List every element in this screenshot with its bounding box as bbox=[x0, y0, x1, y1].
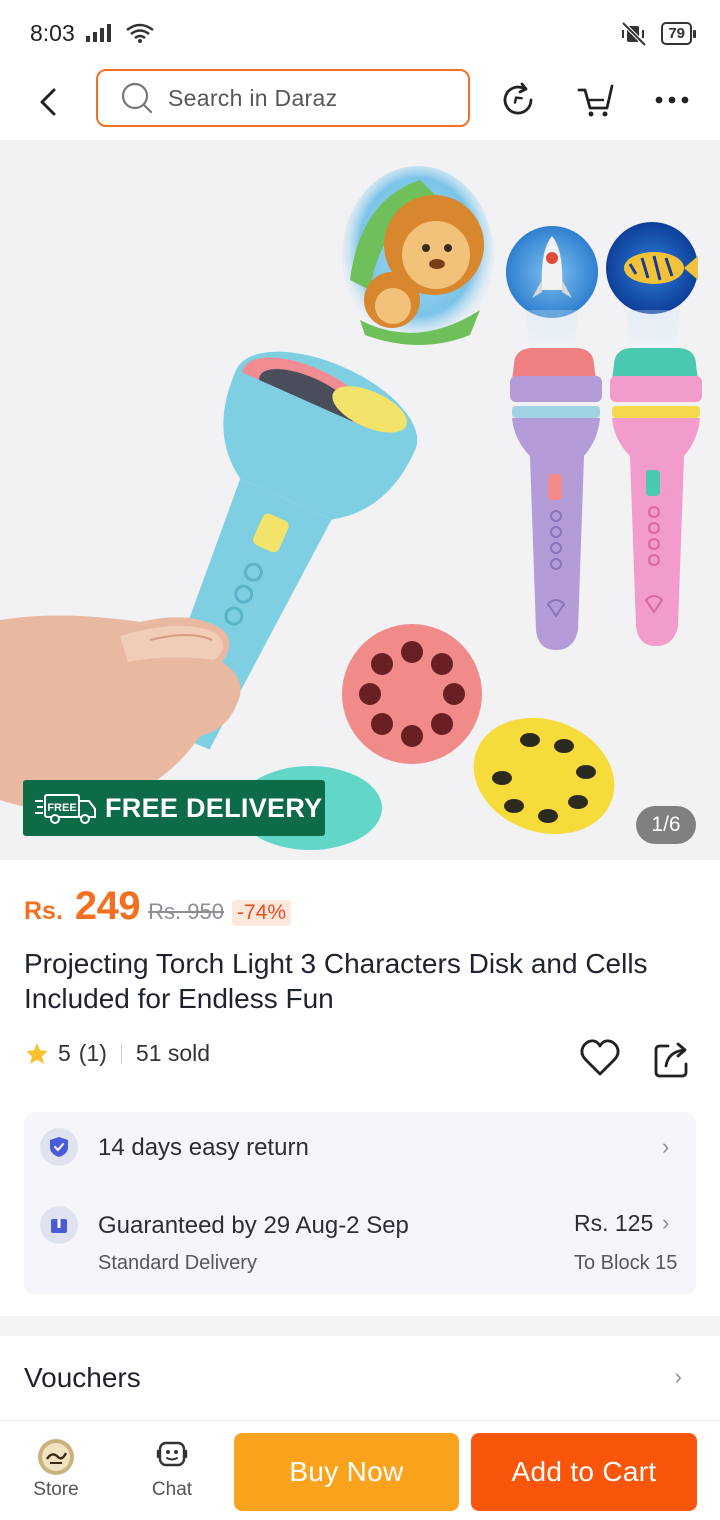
chat-icon bbox=[156, 1441, 188, 1467]
vouchers-title: Vouchers bbox=[24, 1362, 141, 1393]
top-nav: Search in Daraz bbox=[0, 66, 720, 140]
delivery-location: To Block 15 bbox=[574, 1252, 678, 1274]
guarantee-text: Guaranteed by 29 Aug-2 Sep bbox=[98, 1212, 409, 1239]
shield-icon bbox=[40, 1128, 78, 1166]
battery-indicator: 79 bbox=[661, 21, 696, 45]
return-text: 14 days easy return bbox=[98, 1134, 309, 1161]
price: 249 bbox=[74, 884, 141, 928]
star-icon bbox=[26, 1042, 48, 1064]
cart-icon bbox=[577, 84, 614, 117]
sold-count: 51 sold bbox=[135, 1040, 211, 1066]
original-price: Rs. 950 bbox=[148, 899, 224, 924]
package-icon bbox=[40, 1206, 78, 1244]
delivery-truck-icon: FREE bbox=[35, 794, 96, 824]
store-label: Store bbox=[33, 1479, 79, 1500]
signal-icon bbox=[85, 24, 111, 42]
chevron-right-icon: › bbox=[674, 1364, 682, 1389]
chat-label: Chat bbox=[151, 1479, 193, 1500]
return-policy-row[interactable]: 14 days easy return › bbox=[40, 1128, 680, 1168]
free-delivery-label: FREE DELIVERY bbox=[105, 792, 323, 823]
search-input[interactable]: Search in Daraz bbox=[96, 69, 470, 127]
rating-value: 5 bbox=[58, 1040, 71, 1066]
more-options-button[interactable] bbox=[650, 78, 694, 122]
status-left: 8:03 bbox=[30, 20, 155, 47]
share-icon bbox=[654, 1042, 688, 1078]
back-button[interactable] bbox=[30, 82, 66, 122]
status-bar: 8:03 79 bbox=[0, 0, 720, 66]
store-logo-icon bbox=[38, 1439, 74, 1475]
product-image-carousel[interactable]: FREE FREE DELIVERY 1/6 bbox=[0, 140, 720, 860]
search-placeholder: Search in Daraz bbox=[168, 84, 338, 111]
delivery-type: Standard Delivery bbox=[98, 1252, 257, 1274]
discount-badge: -74% bbox=[231, 900, 292, 926]
refresh-icon bbox=[503, 82, 533, 115]
chevron-left-icon bbox=[40, 88, 56, 116]
buy-now-button[interactable]: Buy Now bbox=[234, 1433, 459, 1511]
price-row: Rs. 249 Rs. 950 -74% bbox=[24, 884, 292, 929]
more-horizontal-icon bbox=[655, 96, 689, 104]
chat-button[interactable]: Chat bbox=[132, 1437, 212, 1501]
wifi-icon bbox=[126, 23, 154, 43]
heart-icon bbox=[580, 1039, 620, 1076]
review-count: (1) bbox=[78, 1040, 107, 1066]
free-icon-text: FREE bbox=[47, 802, 76, 814]
mute-vibrate-icon bbox=[621, 21, 647, 46]
wishlist-button[interactable] bbox=[578, 1036, 622, 1080]
add-to-cart-button[interactable]: Add to Cart bbox=[471, 1433, 697, 1511]
vouchers-section[interactable]: Vouchers › bbox=[0, 1336, 720, 1426]
store-button[interactable]: Store bbox=[16, 1437, 96, 1501]
cart-button[interactable] bbox=[574, 78, 618, 122]
bottom-action-bar: Store Chat Buy Now Add to Cart bbox=[0, 1420, 720, 1520]
delivery-card: 14 days easy return › Guaranteed by 29 A… bbox=[24, 1112, 696, 1294]
delivery-row[interactable]: Guaranteed by 29 Aug-2 Sep Standard Deli… bbox=[40, 1204, 680, 1284]
rating-row[interactable]: 5 (1) 51 sold bbox=[24, 1040, 210, 1067]
currency: Rs. bbox=[24, 897, 63, 925]
divider bbox=[120, 1043, 122, 1064]
chevron-right-icon: › bbox=[662, 1134, 670, 1159]
image-counter: 1/6 bbox=[636, 806, 696, 844]
status-time: 8:03 bbox=[30, 19, 75, 46]
status-right: 79 bbox=[619, 20, 696, 46]
product-image bbox=[0, 140, 720, 860]
product-info: Rs. 249 Rs. 950 -74% Projecting Torch Li… bbox=[0, 860, 720, 1316]
free-delivery-badge: FREE FREE DELIVERY bbox=[23, 780, 325, 836]
product-title: Projecting Torch Light 3 Characters Disk… bbox=[24, 948, 648, 1014]
delivery-fee: Rs. 125 bbox=[574, 1210, 654, 1236]
refresh-button[interactable] bbox=[496, 78, 540, 122]
chevron-right-icon: › bbox=[662, 1210, 670, 1235]
search-icon bbox=[121, 82, 153, 114]
share-button[interactable] bbox=[652, 1036, 692, 1080]
